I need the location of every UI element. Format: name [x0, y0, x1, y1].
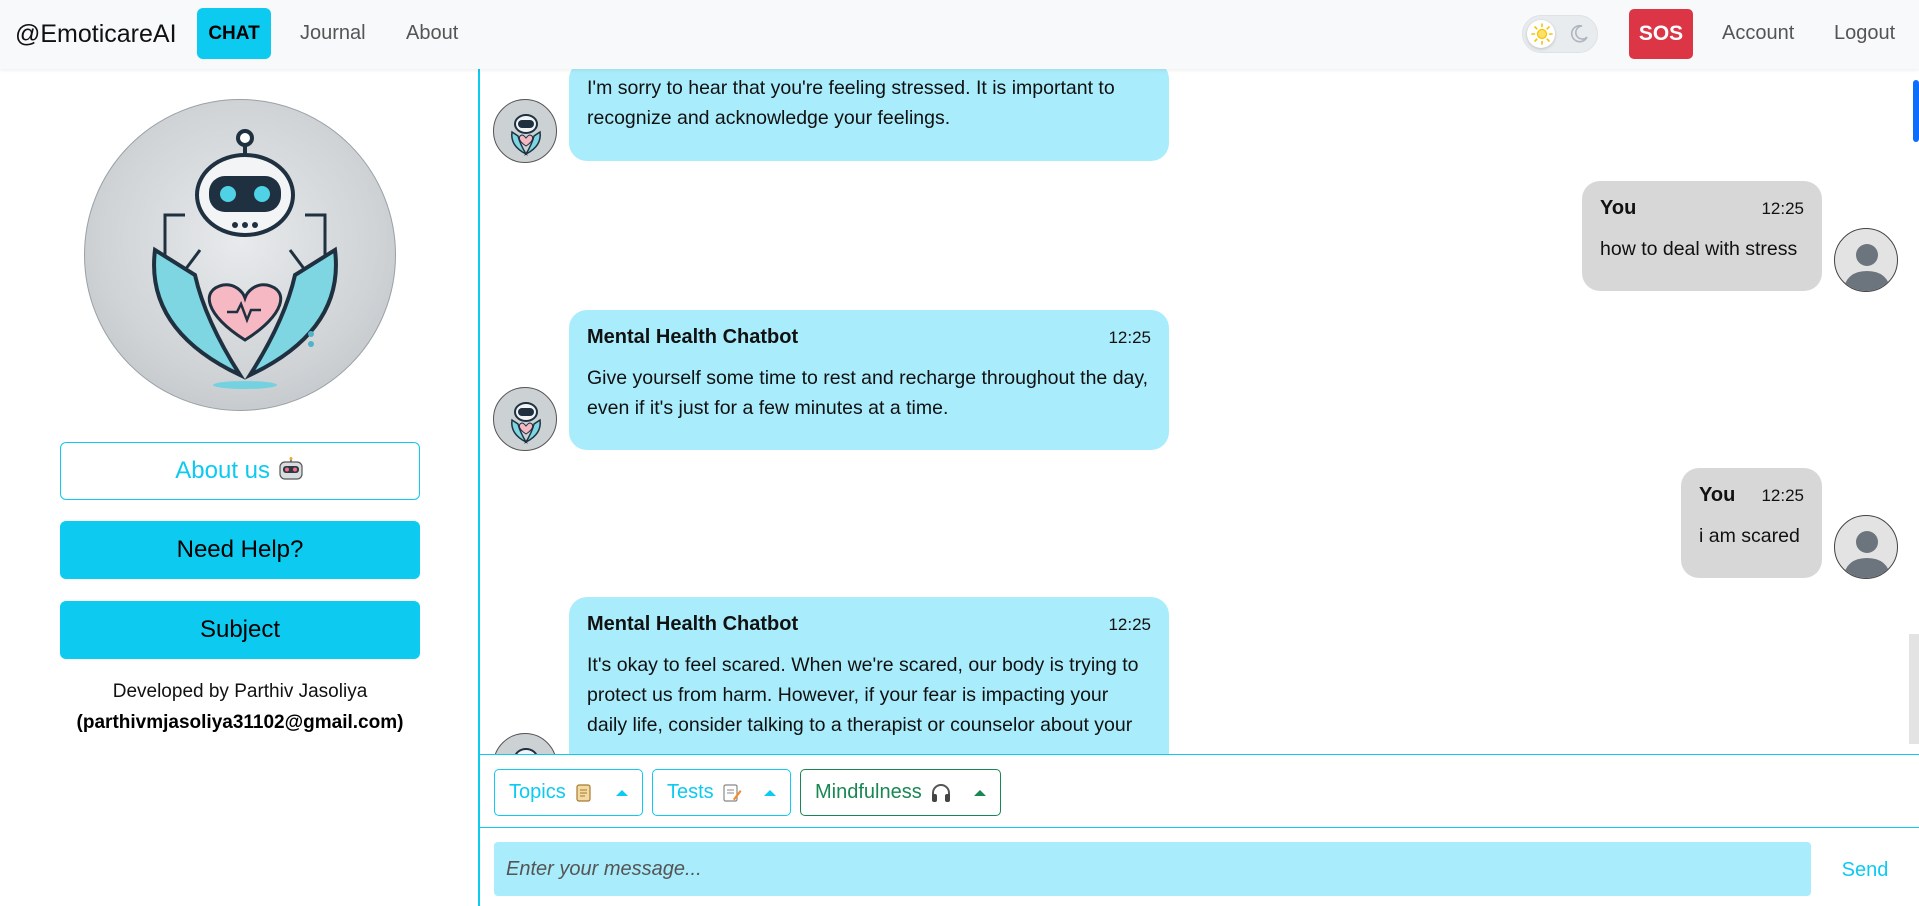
user-avatar	[1834, 515, 1898, 579]
caret-up-icon	[763, 789, 776, 796]
bot-message: I'm sorry to hear that you're feeling st…	[569, 69, 1169, 161]
about-us-label: About us	[175, 457, 271, 484]
bot-avatar	[493, 733, 557, 754]
user-message: You 12:25 how to deal with stress	[1582, 181, 1822, 291]
message-sender: You	[1699, 484, 1736, 506]
brand-logo-text[interactable]: @EmoticareAI	[15, 20, 177, 49]
message-sender: Mental Health Chatbot	[587, 613, 799, 635]
tests-dropdown[interactable]: Tests	[652, 769, 791, 816]
user-avatar	[1834, 228, 1898, 292]
message-time: 12:25	[1108, 328, 1151, 347]
chat-messages-area[interactable]: I'm sorry to hear that you're feeling st…	[480, 69, 1919, 754]
bot-message: Mental Health Chatbot 12:25 It's okay to…	[569, 597, 1169, 754]
developer-email: (parthivmjasoliya31102@gmail.com)	[76, 712, 404, 733]
message-time: 12:25	[1761, 199, 1804, 218]
nav-journal-link[interactable]: Journal	[300, 22, 366, 45]
message-text: It's okay to feel scared. When we're sca…	[587, 654, 1139, 736]
message-input[interactable]	[494, 842, 1811, 896]
message-text: i am scared	[1699, 525, 1800, 547]
user-message: You 12:25 i am scared	[1681, 468, 1822, 578]
memo-icon	[723, 783, 742, 802]
topics-label: Topics	[509, 781, 566, 803]
composer-bar: Send	[480, 828, 1919, 906]
caret-up-icon	[973, 789, 986, 796]
headphones-icon	[931, 783, 950, 802]
scroll-indicator	[1913, 80, 1919, 142]
message-sender: Mental Health Chatbot	[587, 326, 799, 348]
message-sender: You	[1600, 197, 1637, 219]
quick-actions-bar: Topics Tests Mindfulness	[480, 754, 1919, 828]
mindfulness-label: Mindfulness	[815, 781, 922, 803]
nav-logout-link[interactable]: Logout	[1834, 22, 1895, 45]
send-button[interactable]: Send	[1825, 850, 1905, 890]
robot-icon	[279, 457, 303, 480]
mindfulness-dropdown[interactable]: Mindfulness	[800, 769, 1001, 816]
scroll-icon	[576, 783, 591, 802]
about-us-button[interactable]: About us	[60, 442, 420, 500]
message-time: 12:25	[1761, 486, 1804, 505]
nav-about-link[interactable]: About	[406, 22, 458, 45]
developer-credit: Developed by Parthiv Jasoliya	[112, 681, 368, 702]
scrollbar-thumb[interactable]	[1909, 634, 1919, 744]
sos-button[interactable]: SOS	[1629, 9, 1693, 59]
moon-icon	[1571, 24, 1588, 43]
nav-chat-button[interactable]: CHAT	[197, 8, 271, 59]
nav-account-link[interactable]: Account	[1722, 22, 1794, 45]
message-text: how to deal with stress	[1600, 238, 1798, 260]
bot-message: Mental Health Chatbot 12:25 Give yoursel…	[569, 310, 1169, 450]
bot-avatar	[493, 387, 557, 451]
sun-icon	[1531, 23, 1553, 45]
tests-label: Tests	[667, 781, 714, 803]
navbar: @EmoticareAI CHAT Journal About SOS Acco…	[0, 0, 1919, 69]
need-help-button[interactable]: Need Help?	[60, 521, 420, 579]
robot-logo-image	[84, 99, 396, 411]
topics-dropdown[interactable]: Topics	[494, 769, 643, 816]
sidebar: About us Need Help? Subject Developed by…	[0, 69, 480, 906]
message-text: I'm sorry to hear that you're feeling st…	[587, 77, 1115, 129]
caret-up-icon	[615, 789, 628, 796]
subject-button[interactable]: Subject	[60, 601, 420, 659]
message-time: 12:25	[1108, 615, 1151, 634]
message-text: Give yourself some time to rest and rech…	[587, 367, 1149, 419]
bot-avatar	[493, 99, 557, 163]
theme-toggle[interactable]	[1522, 15, 1598, 53]
